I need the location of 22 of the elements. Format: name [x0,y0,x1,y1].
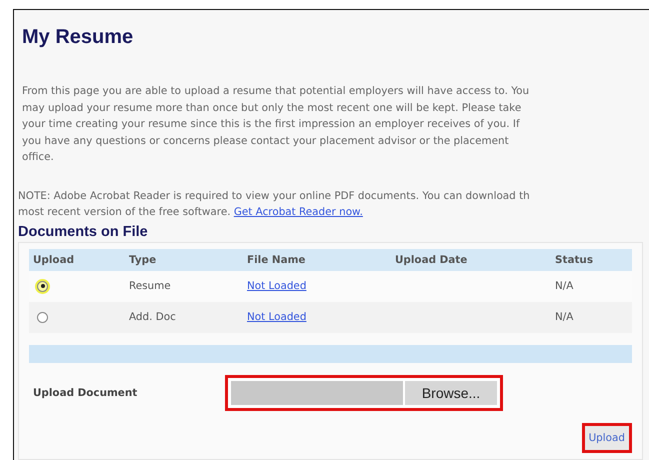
browse-button[interactable]: Browse... [405,380,497,404]
page-title: My Resume [21,25,134,49]
column-header: Upload [33,254,76,266]
table-cell-text: N/A [555,280,574,292]
column-header: Status [555,254,594,266]
radio-button[interactable] [37,312,48,322]
acrobat-link[interactable]: Get Acrobat Reader now. [234,206,363,218]
intro-paragraph: From this page you are able to upload a resume that potential employers will have access to. You may upload your resume more than once but only the most recent one will be kept. Please take your time creating your resume since this is the first impression an employer receives of you. If you have any questions or concerns please contact your placement advisor or the placement office. [22,84,530,165]
section-title: Documents on File [18,224,149,240]
upload-button[interactable]: Upload [582,422,632,452]
table-cell-text: Resume [129,280,172,292]
column-header: Upload Date [395,254,468,266]
file-picker[interactable]: Browse... [225,374,503,410]
note-paragraph: NOTE: Adobe Acrobat Reader is required to view your online PDF documents. You can download th most recent version of the free software. Get Acrobat Reader now. [18,188,531,220]
table-cell-text: N/A [555,311,574,323]
file-link[interactable]: Not Loaded [247,280,306,292]
column-header: File Name [247,254,306,266]
file-link[interactable]: Not Loaded [247,311,306,323]
column-header: Type [129,254,158,266]
upload-document-label: Upload Document [32,386,138,398]
radio-button[interactable] [37,280,48,292]
table-cell-text: Add. Doc [129,311,177,323]
